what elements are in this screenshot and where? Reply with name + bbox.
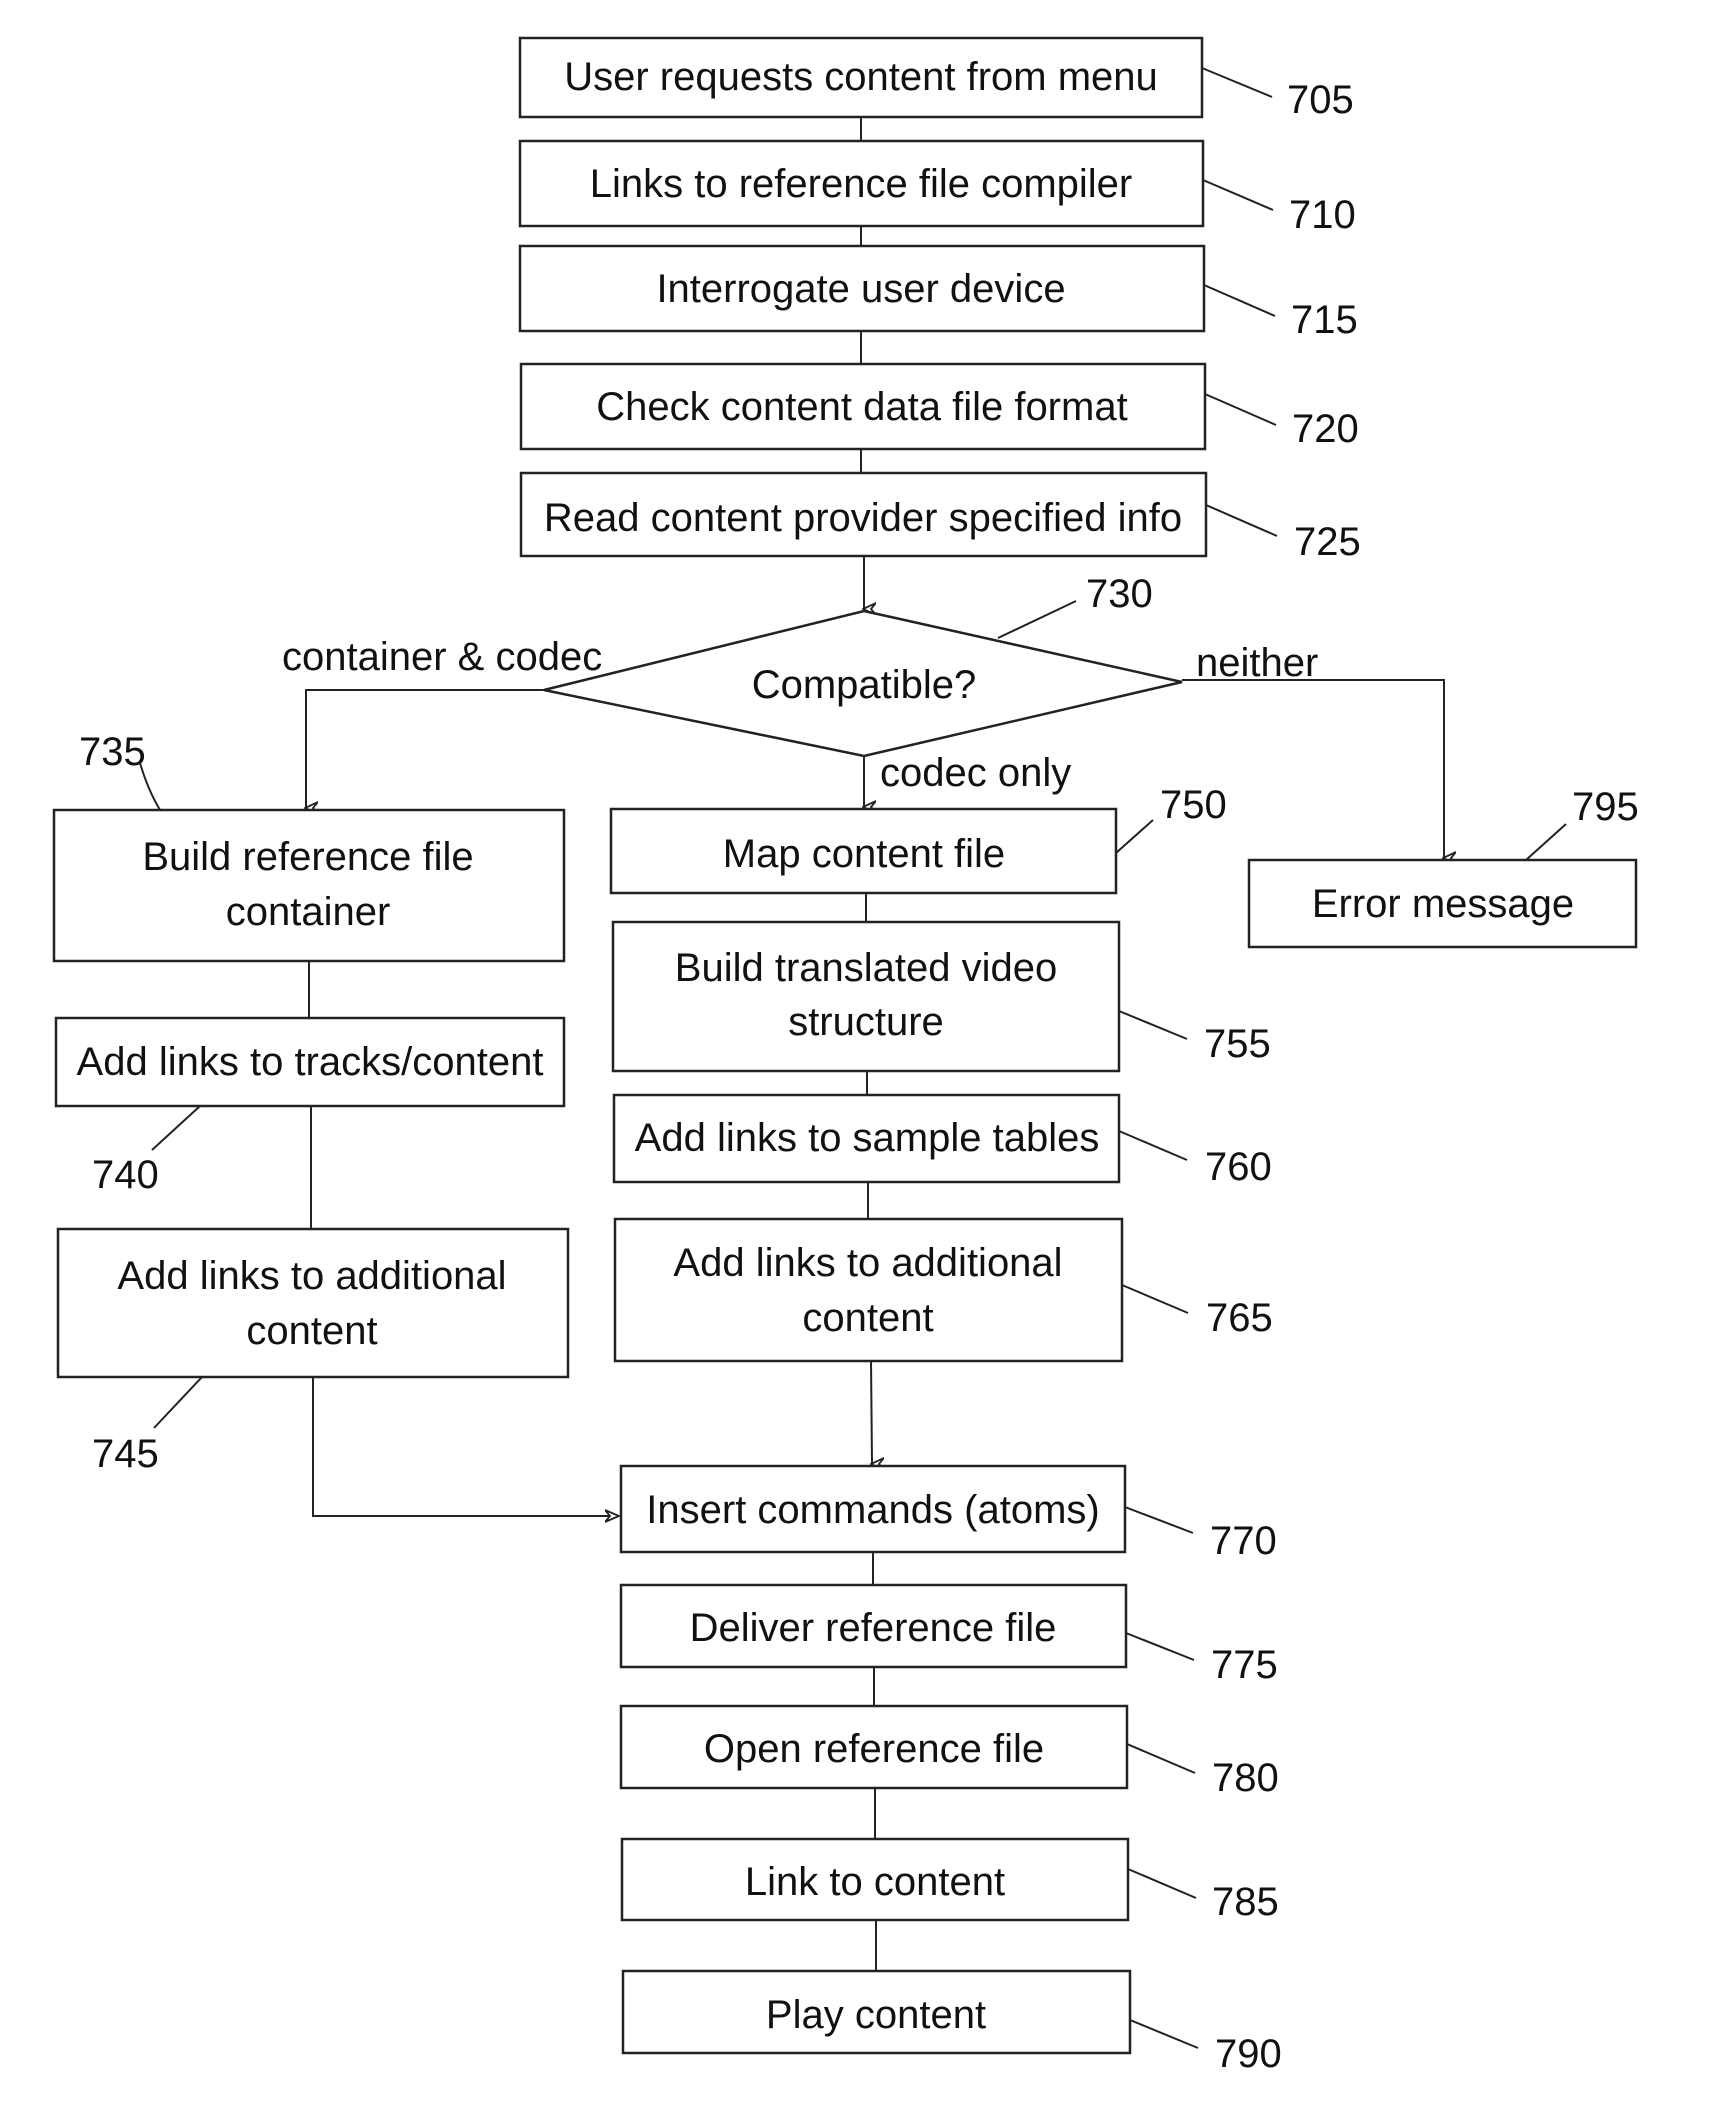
- ref-770: 770: [1124, 1506, 1277, 1563]
- flowchart: User requests content from menu Links to…: [0, 0, 1713, 2117]
- step-label: Read content provider specified info: [544, 496, 1182, 540]
- step-label-line1: Add links to additional: [117, 1254, 506, 1298]
- ref-780: 780: [1126, 1743, 1279, 1800]
- svg-text:725: 725: [1294, 520, 1361, 564]
- ref-795: 795: [1525, 785, 1639, 861]
- step-740: Add links to tracks/content: [54, 1016, 566, 1108]
- step-label-line1: Add links to additional: [673, 1241, 1062, 1285]
- ref-730: 730: [997, 572, 1153, 639]
- step-770: Insert commands (atoms): [619, 1464, 1127, 1554]
- arrow-neither: [1182, 679, 1444, 858]
- ref-710: 710: [1202, 179, 1356, 237]
- svg-text:710: 710: [1289, 193, 1356, 237]
- branch-label-right: neither: [1196, 641, 1318, 685]
- step-label: Links to reference file compiler: [590, 162, 1132, 206]
- step-780: Open reference file: [619, 1704, 1129, 1790]
- ref-750: 750: [1115, 783, 1227, 854]
- ref-785: 785: [1127, 1868, 1279, 1924]
- svg-text:755: 755: [1204, 1022, 1271, 1066]
- step-label-line2: content: [246, 1309, 377, 1353]
- step-label-line2: container: [226, 890, 391, 934]
- step-715: Interrogate user device: [518, 244, 1206, 333]
- svg-text:735: 735: [79, 730, 146, 774]
- arrow-container-codec: [306, 689, 544, 808]
- step-label: Insert commands (atoms): [646, 1488, 1099, 1532]
- step-label: Error message: [1312, 882, 1574, 926]
- svg-text:715: 715: [1291, 298, 1358, 342]
- step-765: Add links to additional content: [613, 1217, 1124, 1363]
- arrow-to-insert: [871, 1360, 872, 1464]
- svg-text:745: 745: [92, 1432, 159, 1476]
- step-785: Link to content: [620, 1837, 1130, 1922]
- step-720: Check content data file format: [519, 362, 1207, 451]
- svg-text:765: 765: [1206, 1296, 1273, 1340]
- step-label: Map content file: [723, 832, 1005, 876]
- step-label: User requests content from menu: [564, 55, 1158, 99]
- arrow-left-to-insert: [312, 1377, 619, 1516]
- step-label-line1: Build reference file: [142, 835, 473, 879]
- svg-text:705: 705: [1287, 78, 1354, 122]
- ref-720: 720: [1204, 393, 1359, 451]
- svg-text:775: 775: [1211, 1643, 1278, 1687]
- step-label: Check content data file format: [596, 385, 1127, 429]
- step-795: Error message: [1247, 858, 1638, 949]
- svg-text:730: 730: [1086, 572, 1153, 616]
- branch-label-down: codec only: [880, 751, 1071, 795]
- step-label: Open reference file: [704, 1727, 1044, 1771]
- ref-755: 755: [1118, 1010, 1271, 1066]
- step-label: Add links to sample tables: [635, 1116, 1100, 1160]
- step-label: Interrogate user device: [656, 267, 1065, 311]
- step-790: Play content: [621, 1969, 1132, 2055]
- decision-label: Compatible?: [752, 663, 977, 707]
- flowchart-svg: User requests content from menu Links to…: [52, 36, 1639, 2076]
- ref-745: 745: [92, 1376, 203, 1476]
- step-label-line2: structure: [788, 1000, 944, 1044]
- step-750: Map content file: [609, 807, 1118, 895]
- decision-730: Compatible?: [543, 609, 1183, 758]
- ref-760: 760: [1118, 1130, 1272, 1189]
- step-label-line2: content: [802, 1296, 933, 1340]
- ref-705: 705: [1201, 67, 1354, 122]
- step-755: Build translated video structure: [611, 920, 1121, 1073]
- step-label: Deliver reference file: [690, 1606, 1057, 1650]
- step-745: Add links to additional content: [56, 1227, 570, 1379]
- step-705: User requests content from menu: [518, 36, 1204, 119]
- ref-715: 715: [1203, 284, 1358, 342]
- step-label-line1: Build translated video: [675, 946, 1057, 990]
- step-label: Link to content: [745, 1860, 1005, 1904]
- svg-text:740: 740: [92, 1153, 159, 1197]
- step-725: Read content provider specified info: [519, 471, 1208, 558]
- svg-text:720: 720: [1292, 407, 1359, 451]
- step-label: Play content: [766, 1993, 986, 2037]
- svg-text:760: 760: [1205, 1145, 1272, 1189]
- svg-text:795: 795: [1572, 785, 1639, 829]
- ref-765: 765: [1121, 1284, 1273, 1340]
- step-710: Links to reference file compiler: [518, 139, 1205, 228]
- step-760: Add links to sample tables: [612, 1093, 1121, 1184]
- ref-725: 725: [1205, 504, 1361, 564]
- svg-text:770: 770: [1210, 1519, 1277, 1563]
- ref-735: 735: [79, 730, 161, 811]
- branch-label-left: container & codec: [282, 635, 602, 679]
- svg-text:750: 750: [1160, 783, 1227, 827]
- ref-740: 740: [92, 1105, 201, 1197]
- ref-775: 775: [1125, 1632, 1278, 1687]
- step-735: Build reference file container: [52, 808, 566, 963]
- svg-text:790: 790: [1215, 2032, 1282, 2076]
- ref-790: 790: [1129, 2019, 1282, 2076]
- step-775: Deliver reference file: [619, 1583, 1128, 1669]
- step-label: Add links to tracks/content: [77, 1040, 544, 1084]
- svg-text:780: 780: [1212, 1756, 1279, 1800]
- svg-text:785: 785: [1212, 1880, 1279, 1924]
